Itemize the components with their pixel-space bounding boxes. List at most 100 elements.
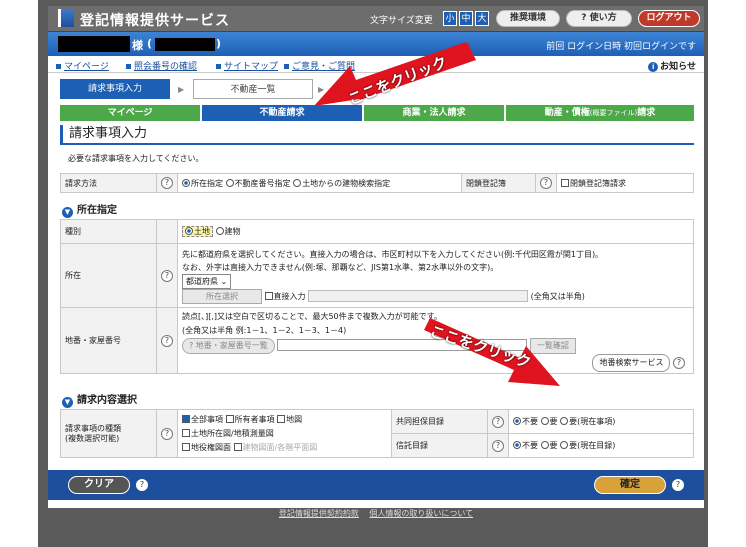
help-icon[interactable]: ?: [492, 415, 504, 428]
step-arrow-icon: ▶: [178, 85, 185, 94]
lot-number-check-link[interactable]: 照会番号の確認: [126, 59, 197, 72]
checkbox-owner-items[interactable]: [225, 414, 234, 423]
help-icon[interactable]: ?: [673, 356, 685, 369]
checkbox-all-items[interactable]: [182, 414, 190, 423]
clear-button[interactable]: クリア: [68, 476, 130, 494]
checkbox-land-survey[interactable]: [182, 428, 190, 437]
help-icon[interactable]: ?: [540, 177, 552, 189]
radio-location[interactable]: [182, 178, 190, 187]
footer-links: 登記情報提供契約約款 個人情報の取り扱いについて: [48, 508, 704, 519]
instruction-text: 必要な請求事項を入力してください。: [68, 154, 204, 163]
terms-link[interactable]: 登記情報提供契約約款: [279, 509, 359, 518]
font-size-label: 文字サイズ変更: [370, 16, 433, 26]
checkbox-easement[interactable]: [182, 442, 190, 451]
section-location-title: ▼ 所在指定: [62, 201, 117, 218]
lot-list-button[interactable]: ? 地番・家屋番号一覧: [182, 337, 275, 354]
closed-registry-option: 閉鎖登記簿請求: [556, 173, 694, 193]
location-cell: 先に都道府県を選択してください。直接入力の場合は、市区町村以下を入力してください…: [177, 243, 694, 308]
closed-registry-label: 閉鎖登記簿: [461, 173, 536, 193]
location-select-button[interactable]: 所在選択: [182, 288, 262, 304]
font-size-large-button[interactable]: 大: [475, 11, 489, 26]
step-next: 不動産一覧: [193, 79, 313, 99]
location-label: 所在: [60, 243, 157, 308]
bullet-icon: [56, 64, 61, 69]
help-icon[interactable]: ?: [161, 177, 173, 189]
checkbox-direct-input[interactable]: [264, 291, 273, 300]
logout-button[interactable]: ログアウト: [638, 10, 700, 27]
joint-collateral-label: 共同担保目録: [391, 409, 488, 434]
help-icon[interactable]: ?: [492, 439, 504, 452]
radio-property-number[interactable]: [225, 178, 234, 187]
bullet-icon: [216, 64, 221, 69]
radio-trust-current[interactable]: [560, 441, 569, 449]
help-icon[interactable]: ?: [161, 269, 173, 282]
font-size-medium-button[interactable]: 中: [459, 11, 473, 26]
radio-joint-none[interactable]: [513, 417, 521, 425]
how-to-use-label: 使い方: [589, 13, 617, 23]
help-icon: ?: [581, 13, 587, 23]
mypage-link[interactable]: マイページ: [56, 59, 109, 72]
help-icon[interactable]: ?: [672, 479, 684, 491]
checkbox-map[interactable]: [277, 414, 286, 423]
direct-input-label: 直接入力: [273, 291, 306, 301]
confirm-button[interactable]: 確定: [594, 476, 666, 494]
help-icon: ?: [189, 340, 194, 350]
lot-label: 地番・家屋番号: [60, 307, 157, 374]
redacted-name: [58, 36, 130, 52]
joint-collateral-options: 不要 要 要(現在事項): [508, 409, 694, 434]
last-login: 前回 ログイン日時 初回ログインです: [546, 42, 696, 52]
help-icon[interactable]: ?: [161, 427, 173, 440]
chevron-down-icon: ▼: [62, 207, 73, 218]
section-content-title: ▼ 請求内容選択: [62, 391, 137, 408]
kind-label: 請求事項の種類 (複数選択可能): [60, 409, 157, 458]
checkbox-building-plan: [233, 442, 242, 451]
request-method-label: 請求方法: [60, 173, 157, 193]
sitemap-link[interactable]: サイトマップ: [216, 59, 278, 72]
location-direct-input[interactable]: [308, 290, 529, 302]
main-panel: 請求事項入力 ▶ 不動産一覧 ▶ マイページ 不動産請求 商業・法人請求 動産・…: [48, 73, 704, 508]
privacy-link[interactable]: 個人情報の取り扱いについて: [369, 509, 473, 518]
location-table: 種別 土地 建物 所在 ? 先に都道府県を選択してください。直接入力の場合は、市…: [60, 219, 694, 374]
trust-label: 信託目録: [391, 433, 488, 458]
type-label: 種別: [60, 219, 157, 244]
prefecture-select[interactable]: 都道府県 ⌄: [182, 273, 232, 289]
logo-icon: [58, 9, 74, 27]
recommended-env-button[interactable]: 推奨環境: [496, 10, 560, 27]
radio-joint-yes[interactable]: [540, 417, 549, 425]
bullet-icon: [126, 64, 131, 69]
how-to-use-button[interactable]: ? 使い方: [566, 10, 632, 27]
trust-options: 不要 要 要(現在目録): [508, 433, 694, 458]
location-help-1: 先に都道府県を選択してください。直接入力の場合は、市区町村以下を入力してください…: [182, 249, 604, 259]
radio-land[interactable]: [185, 227, 193, 235]
type-land-option[interactable]: 土地: [182, 226, 213, 237]
width-note: (全角又は半角): [530, 291, 585, 301]
paren-open: (: [147, 37, 153, 50]
radio-building[interactable]: [215, 227, 224, 235]
redacted-id: [155, 38, 215, 51]
action-bar: クリア ? 確定 ?: [48, 470, 704, 500]
font-size-small-button[interactable]: 小: [443, 11, 457, 26]
lot-search-service-button[interactable]: 地番検索サービス: [592, 353, 671, 372]
app-title: 登記情報提供サービス: [80, 13, 230, 29]
bullet-icon: [284, 64, 289, 69]
tab-movable[interactable]: 動産・債権(概要ファイル)請求: [506, 105, 694, 121]
radio-trust-none[interactable]: [513, 441, 521, 449]
radio-building-search[interactable]: [293, 178, 302, 187]
notice-link[interactable]: i お知らせ: [648, 59, 696, 72]
info-icon: i: [648, 62, 659, 72]
checkbox-closed-registry[interactable]: [561, 178, 569, 187]
kind-options: 全部事項 所有者事項 地図 土地所在図/地積測量図 地役権図面 建物図面/各階平…: [177, 409, 392, 458]
chevron-down-icon: ⌄: [220, 276, 228, 286]
location-help-2: なお、外字は直接入力できません(例:塚、那覇など、JIS第1水準、第2水準以外の…: [182, 262, 499, 272]
radio-joint-current[interactable]: [560, 417, 569, 425]
header-bar: 登記情報提供サービス 文字サイズ変更 小 中 大 推奨環境 ? 使い方 ログアウ…: [48, 6, 704, 32]
request-method-options: 所在指定 不動産番号指定 土地からの建物検索指定: [177, 173, 462, 193]
paren-close: ): [216, 37, 222, 50]
step-current: 請求事項入力: [60, 79, 170, 99]
radio-trust-yes[interactable]: [540, 441, 549, 449]
help-icon[interactable]: ?: [136, 479, 148, 491]
tab-mypage[interactable]: マイページ: [60, 105, 200, 121]
content-table: 請求事項の種類 (複数選択可能) ? 全部事項 所有者事項 地図 土地所在図/地積…: [60, 409, 694, 458]
help-icon[interactable]: ?: [161, 334, 173, 347]
type-options: 土地 建物: [177, 219, 694, 244]
